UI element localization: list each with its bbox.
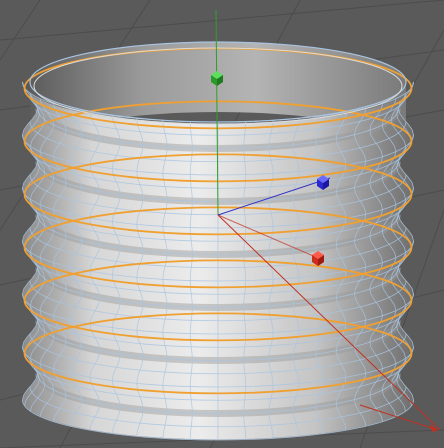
bellows-mesh[interactable] bbox=[21, 41, 415, 441]
viewport-scene[interactable] bbox=[0, 0, 444, 448]
3d-viewport[interactable] bbox=[0, 0, 444, 448]
